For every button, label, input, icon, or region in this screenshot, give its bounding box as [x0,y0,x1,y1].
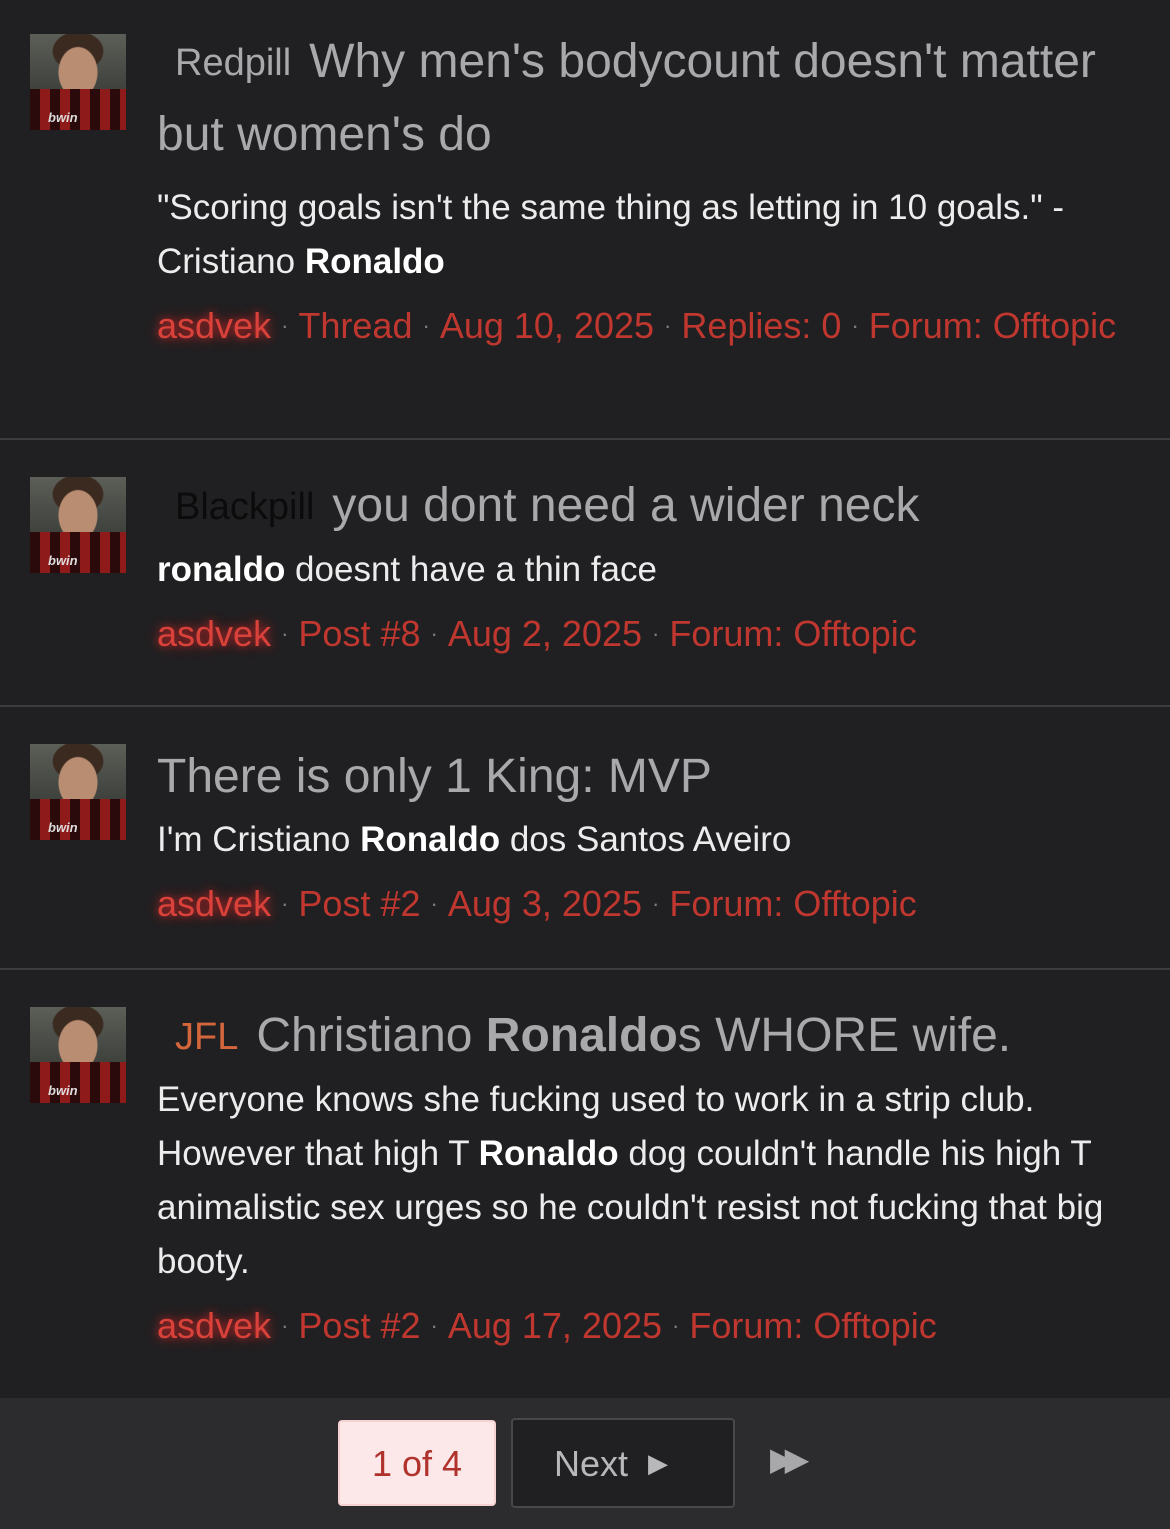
separator: · [281,891,289,916]
forum-link[interactable]: Forum: Offtopic [669,883,916,924]
avatar-text: bwin [48,110,78,125]
prefix-label[interactable]: Redpill [157,27,309,99]
result-title[interactable]: Redpill Why men's bodycount doesn't matte… [157,26,1140,171]
forum-link[interactable]: Forum: Offtopic [869,305,1116,346]
snippet-highlight: Ronaldo [360,820,501,859]
author-link[interactable]: asdvek [157,1305,271,1346]
title-text[interactable]: Christiano [256,1009,485,1062]
result-title[interactable]: JFL Christiano Ronaldos WHORE wife. [157,1000,1140,1073]
separator: · [430,1313,438,1338]
search-result: bwin JFL Christiano Ronaldos WHORE wife. … [0,970,1170,1400]
content-type[interactable]: Post #2 [298,1305,420,1346]
author-link[interactable]: asdvek [157,305,271,346]
title-highlight[interactable]: Ronaldo [486,1009,678,1062]
search-result: bwin Blackpill you dont need a wider neck… [0,440,1170,707]
result-meta: asdvek · Post #8 · Aug 2, 2025 · Forum: Offtop… [157,607,1140,661]
title-text[interactable]: you dont need a wider neck [332,479,919,532]
replies-count: Replies: 0 [681,305,842,346]
snippet-text: doesnt have a thin face [285,550,657,589]
separator: · [851,313,859,338]
content-type[interactable]: Post #8 [298,613,420,654]
author-link[interactable]: asdvek [157,883,271,924]
separator: · [281,621,289,646]
snippet-highlight: Ronaldo [478,1134,619,1173]
title-text[interactable]: There is only 1 King: MVP [157,750,712,803]
search-result: bwin Redpill Why men's bodycount doesn't … [0,0,1170,440]
user-avatar[interactable]: bwin [30,477,126,573]
result-meta: asdvek · Post #2 · Aug 3, 2025 · Forum: Offtop… [157,877,1140,931]
result-date[interactable]: Aug 2, 2025 [448,613,642,654]
separator: · [430,621,438,646]
prefix-label[interactable]: JFL [157,1001,256,1073]
separator: · [281,313,289,338]
result-snippet: ronaldo doesnt have a thin face [157,543,1140,597]
user-avatar[interactable]: bwin [30,744,126,840]
result-date[interactable]: Aug 10, 2025 [440,305,654,346]
separator: · [652,891,660,916]
snippet-text: dos Santos Aveiro [500,820,792,859]
separator: · [672,1313,680,1338]
user-avatar[interactable]: bwin [30,1007,126,1103]
search-result: bwin There is only 1 King: MVP I'm Crist… [0,707,1170,970]
result-snippet: "Scoring goals isn't the same thing as l… [157,181,1140,289]
separator: · [422,313,430,338]
user-avatar[interactable]: bwin [30,34,126,130]
snippet-highlight: Ronaldo [304,242,445,281]
avatar-text: bwin [48,820,78,835]
content-type[interactable]: Post #2 [298,883,420,924]
result-date[interactable]: Aug 3, 2025 [448,883,642,924]
next-label: Next [554,1443,629,1484]
separator: · [652,621,660,646]
next-page-button[interactable]: Next ▶ [511,1418,735,1508]
result-snippet: Everyone knows she fucking used to work … [157,1073,1140,1289]
result-meta: asdvek · Post #2 · Aug 17, 2025 · Forum: Offto… [157,1299,1140,1353]
avatar-text: bwin [48,1083,78,1098]
result-meta: asdvek · Thread · Aug 10, 2025 · Replies: 0 · Fo… [157,299,1140,353]
avatar-text: bwin [48,553,78,568]
forum-link[interactable]: Forum: Offtopic [669,613,916,654]
page-current-button[interactable]: 1 of 4 [338,1420,496,1506]
fast-forward-icon[interactable]: ▶▶ [770,1440,809,1478]
author-link[interactable]: asdvek [157,613,271,654]
separator: · [664,313,672,338]
separator: · [281,1313,289,1338]
snippet-text: "Scoring goals isn't the same thing as l… [157,188,1065,281]
content-type: Thread [298,305,413,346]
snippet-highlight: ronaldo [157,550,286,589]
title-text[interactable]: s WHORE wife. [678,1009,1011,1062]
separator: · [430,891,438,916]
forum-link[interactable]: Forum: Offtopic [689,1305,936,1346]
caret-right-icon: ▶ [648,1448,669,1478]
result-title[interactable]: Blackpill you dont need a wider neck [157,470,1140,543]
snippet-text: I'm Cristiano [157,820,361,859]
result-snippet: I'm Cristiano Ronaldo dos Santos Aveiro [157,813,1140,867]
prefix-label[interactable]: Blackpill [157,471,332,543]
result-title[interactable]: There is only 1 King: MVP [157,741,1140,813]
result-date[interactable]: Aug 17, 2025 [448,1305,662,1346]
